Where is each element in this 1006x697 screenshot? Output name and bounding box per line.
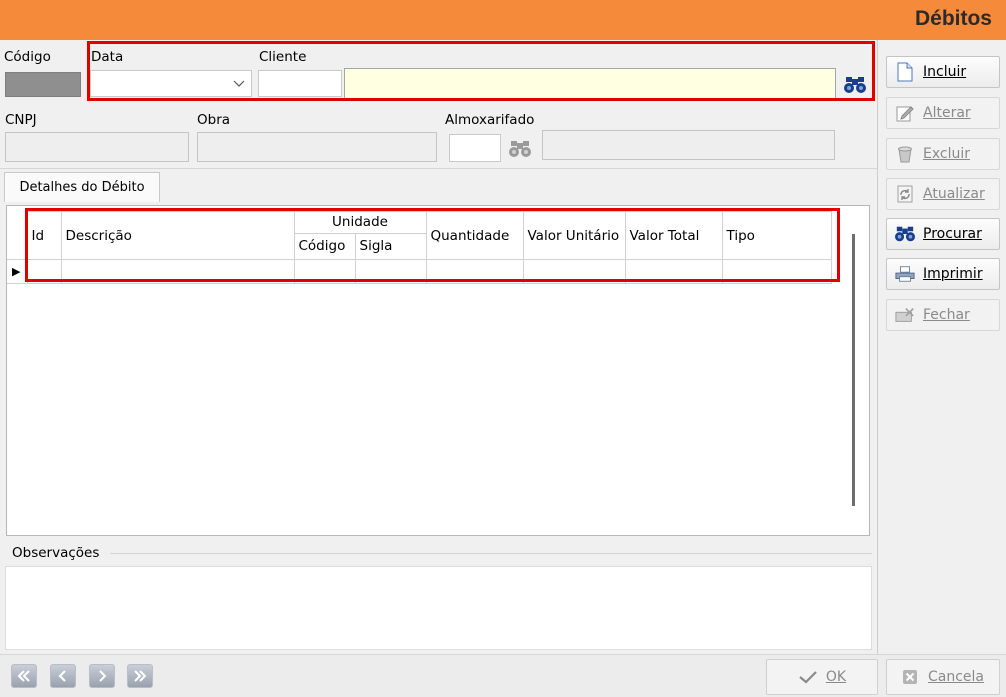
items-grid[interactable]: Id Descrição Unidade Quantidade Valor Un… bbox=[6, 205, 870, 536]
almoxarifado-name-field bbox=[542, 130, 835, 160]
codigo-label: Código bbox=[4, 49, 51, 65]
observacoes-textarea[interactable] bbox=[5, 566, 872, 650]
next-record-icon bbox=[99, 670, 107, 682]
ok-label: OK bbox=[825, 669, 847, 685]
delete-icon bbox=[895, 144, 915, 164]
cancel-icon bbox=[902, 670, 917, 684]
action-toolbar: Incluir Alterar Excluir Atualizar Procur… bbox=[878, 40, 1006, 654]
current-row-indicator: ▶ bbox=[7, 259, 28, 284]
fechar-button[interactable]: Fechar bbox=[886, 299, 1000, 331]
refresh-icon bbox=[895, 184, 915, 204]
previous-record-button[interactable] bbox=[50, 664, 76, 688]
bottom-bar: OK Cancela bbox=[0, 654, 1006, 697]
cliente-code-input[interactable] bbox=[258, 70, 342, 97]
printer-icon bbox=[895, 264, 915, 284]
obra-field bbox=[197, 132, 437, 162]
excluir-button[interactable]: Excluir bbox=[886, 138, 1000, 170]
checkmark-icon bbox=[799, 671, 817, 684]
previous-record-icon bbox=[58, 670, 66, 682]
col-descricao[interactable]: Descrição bbox=[60, 211, 295, 260]
new-document-icon bbox=[895, 62, 915, 82]
data-date-picker[interactable] bbox=[90, 70, 252, 97]
fechar-label: Fechar bbox=[923, 307, 970, 323]
incluir-button[interactable]: Incluir bbox=[886, 56, 1000, 88]
alterar-button[interactable]: Alterar bbox=[886, 97, 1000, 129]
edit-icon bbox=[895, 103, 915, 123]
cliente-name-input[interactable] bbox=[344, 68, 836, 99]
table-row[interactable]: ▶ bbox=[7, 259, 832, 284]
col-tipo[interactable]: Tipo bbox=[721, 211, 832, 260]
cell-unidade-codigo[interactable] bbox=[293, 259, 356, 284]
last-record-button[interactable] bbox=[127, 664, 153, 688]
title-bar: Débitos bbox=[0, 0, 1006, 40]
alterar-label: Alterar bbox=[923, 105, 971, 121]
next-record-button[interactable] bbox=[89, 664, 115, 688]
grid-header-row: Id Descrição Unidade Quantidade Valor Un… bbox=[7, 211, 832, 260]
codigo-field bbox=[5, 72, 81, 97]
col-valor-total[interactable]: Valor Total bbox=[624, 211, 723, 260]
vertical-scrollbar[interactable] bbox=[852, 234, 855, 506]
binoculars-icon bbox=[895, 224, 915, 244]
cell-valor-unitario[interactable] bbox=[522, 259, 626, 284]
divider bbox=[0, 168, 877, 169]
grid-table: Id Descrição Unidade Quantidade Valor Un… bbox=[7, 211, 832, 284]
binoculars-icon bbox=[509, 141, 531, 157]
procurar-button[interactable]: Procurar bbox=[886, 218, 1000, 250]
last-record-icon bbox=[134, 670, 147, 682]
chevron-down-icon[interactable] bbox=[233, 80, 245, 88]
col-id[interactable]: Id bbox=[26, 211, 62, 260]
form-area: Código Data Cliente CNPJ Obra Almoxarifa… bbox=[0, 40, 878, 654]
observacoes-label: Observações bbox=[12, 545, 103, 561]
cancela-button[interactable]: Cancela bbox=[886, 659, 1000, 695]
first-record-icon bbox=[17, 670, 30, 682]
imprimir-button[interactable]: Imprimir bbox=[886, 258, 1000, 290]
obra-label: Obra bbox=[197, 112, 231, 128]
cancela-label: Cancela bbox=[927, 669, 984, 685]
col-unidade-codigo[interactable]: Código bbox=[293, 232, 356, 261]
cnpj-field bbox=[5, 132, 189, 162]
excluir-label: Excluir bbox=[923, 146, 970, 162]
atualizar-label: Atualizar bbox=[923, 186, 985, 202]
atualizar-button[interactable]: Atualizar bbox=[886, 178, 1000, 210]
first-record-button[interactable] bbox=[11, 664, 37, 688]
almoxarifado-label: Almoxarifado bbox=[445, 112, 535, 128]
col-quantidade[interactable]: Quantidade bbox=[425, 211, 524, 260]
incluir-label: Incluir bbox=[923, 64, 967, 80]
cell-quantidade[interactable] bbox=[425, 259, 524, 284]
cliente-label: Cliente bbox=[259, 49, 307, 65]
cnpj-label: CNPJ bbox=[5, 112, 37, 128]
cell-tipo[interactable] bbox=[721, 259, 832, 284]
data-label: Data bbox=[91, 49, 124, 65]
col-unidade[interactable]: Unidade bbox=[293, 211, 427, 234]
procurar-label: Procurar bbox=[923, 226, 982, 242]
imprimir-label: Imprimir bbox=[923, 266, 983, 282]
almoxarifado-code-input[interactable] bbox=[449, 134, 501, 162]
col-unidade-sigla[interactable]: Sigla bbox=[354, 232, 427, 261]
row-indicator-header bbox=[7, 211, 28, 260]
divider bbox=[110, 553, 872, 554]
binoculars-icon[interactable] bbox=[844, 76, 866, 94]
ok-button[interactable]: OK bbox=[766, 659, 878, 695]
cell-unidade-sigla[interactable] bbox=[354, 259, 427, 284]
cell-valor-total[interactable] bbox=[624, 259, 723, 284]
cell-id[interactable] bbox=[26, 259, 62, 284]
window-title: Débitos bbox=[914, 7, 992, 30]
tab-detalhes-do-debito[interactable]: Detalhes do Débito bbox=[4, 172, 160, 202]
close-icon bbox=[895, 305, 915, 325]
col-valor-unitario[interactable]: Valor Unitário bbox=[522, 211, 626, 260]
tab-label: Detalhes do Débito bbox=[19, 180, 145, 195]
cell-descricao[interactable] bbox=[60, 259, 295, 284]
